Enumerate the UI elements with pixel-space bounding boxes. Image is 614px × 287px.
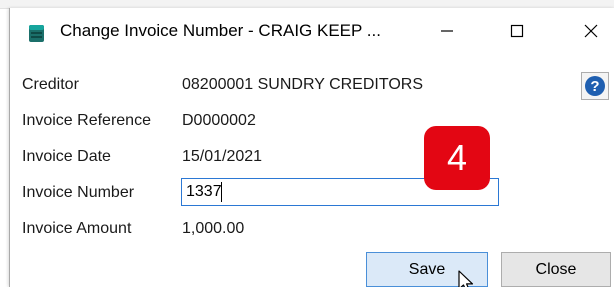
close-icon — [584, 24, 598, 38]
text-caret — [221, 182, 222, 202]
title-bar[interactable]: Change Invoice Number - CRAIG KEEP ... — [10, 8, 614, 54]
app-icon — [29, 25, 44, 42]
minimize-button[interactable] — [424, 14, 470, 48]
help-button[interactable]: ? — [581, 72, 609, 100]
invoice-amount-label: Invoice Amount — [22, 220, 132, 237]
creditor-value: 08200001 SUNDRY CREDITORS — [182, 76, 423, 93]
step-number-badge: 4 — [424, 126, 490, 190]
invoice-amount-value: 1,000.00 — [182, 220, 245, 237]
invoice-number-label: Invoice Number — [22, 184, 135, 201]
invoice-reference-value: D0000002 — [182, 112, 256, 129]
maximize-button[interactable] — [494, 14, 540, 48]
window-title: Change Invoice Number - CRAIG KEEP ... — [60, 21, 381, 40]
invoice-date-label: Invoice Date — [22, 148, 111, 165]
minimize-icon — [441, 30, 453, 32]
help-icon: ? — [585, 76, 605, 96]
close-window-button[interactable] — [568, 14, 614, 48]
invoice-date-value: 15/01/2021 — [182, 148, 263, 165]
maximize-icon — [510, 24, 524, 38]
creditor-label: Creditor — [22, 76, 79, 93]
close-button[interactable]: Close — [501, 252, 611, 287]
invoice-reference-label: Invoice Reference — [22, 112, 151, 129]
change-invoice-number-dialog: Change Invoice Number - CRAIG KEEP ... ? — [9, 8, 614, 287]
mouse-pointer-icon — [458, 270, 474, 287]
screen: Change Invoice Number - CRAIG KEEP ... ? — [0, 0, 614, 287]
